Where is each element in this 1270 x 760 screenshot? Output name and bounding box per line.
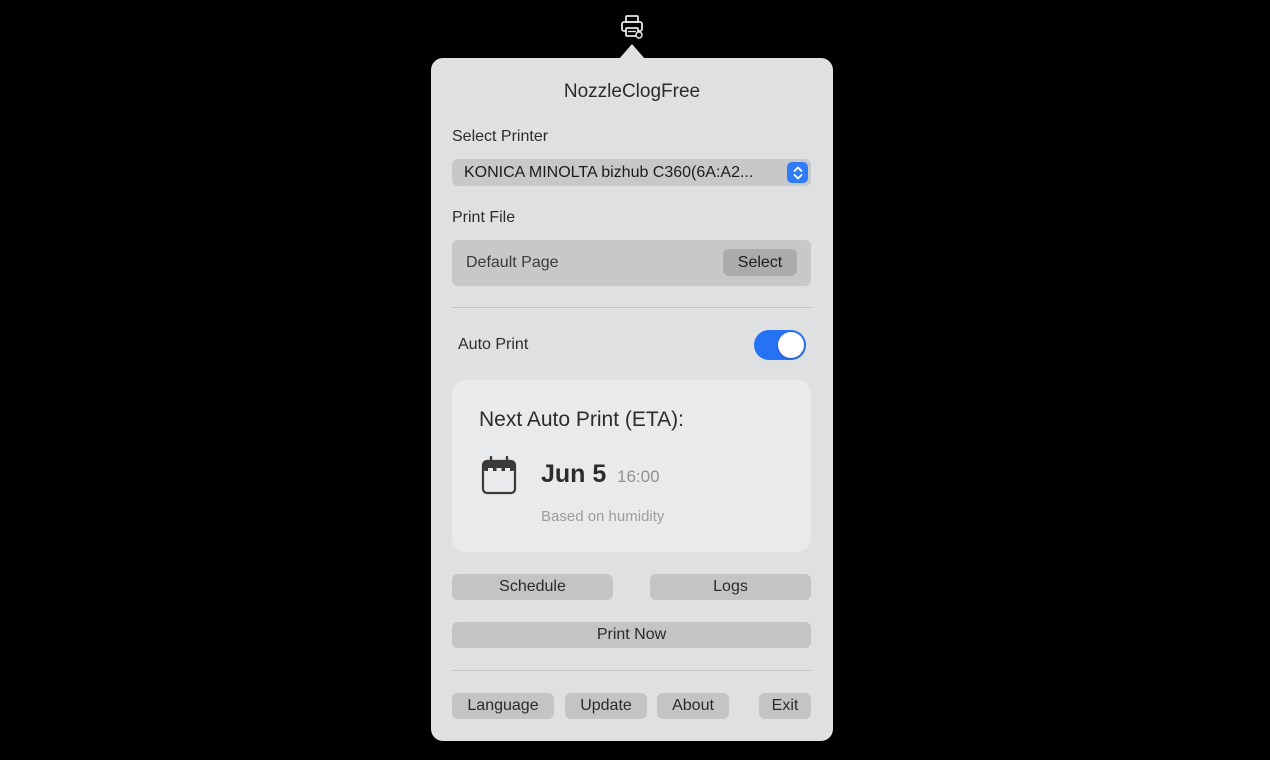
exit-button[interactable]: Exit [759,693,811,719]
calendar-icon [481,455,517,495]
logs-button[interactable]: Logs [650,574,811,600]
printer-dropdown-value: KONICA MINOLTA bizhub C360(6A:A2... [464,163,754,181]
auto-print-toggle[interactable] [754,330,806,360]
print-file-label: Print File [452,209,516,226]
app-title: NozzleClogFree [563,81,701,102]
print-file-name: Default Page [466,254,559,271]
eta-note: Based on humidity [541,508,665,525]
menubar-printer-icon[interactable] [619,13,645,39]
eta-card: Next Auto Print (ETA): Jun 5 16:00 Based… [452,380,811,552]
popover-arrow [619,44,645,59]
print-file-field: Default Page Select [452,240,811,286]
screen: NozzleClogFree Select Printer KONICA MIN… [0,0,1270,760]
schedule-button[interactable]: Schedule [452,574,613,600]
eta-time: 16:00 [617,467,660,486]
printer-dropdown[interactable]: KONICA MINOLTA bizhub C360(6A:A2... [452,159,811,186]
auto-print-label: Auto Print [458,336,529,353]
select-printer-label: Select Printer [452,128,549,145]
popover-panel: NozzleClogFree Select Printer KONICA MIN… [431,58,833,741]
update-button[interactable]: Update [565,693,647,719]
divider [452,307,811,308]
divider [452,670,811,671]
select-file-button[interactable]: Select [723,249,797,276]
toggle-knob [778,332,804,358]
about-button[interactable]: About [657,693,729,719]
language-button[interactable]: Language [452,693,554,719]
chevron-up-down-icon [787,162,808,183]
eta-title: Next Auto Print (ETA): [479,408,685,431]
print-now-button[interactable]: Print Now [452,622,811,648]
printer-icon [621,15,643,39]
eta-date: Jun 5 [541,460,607,488]
